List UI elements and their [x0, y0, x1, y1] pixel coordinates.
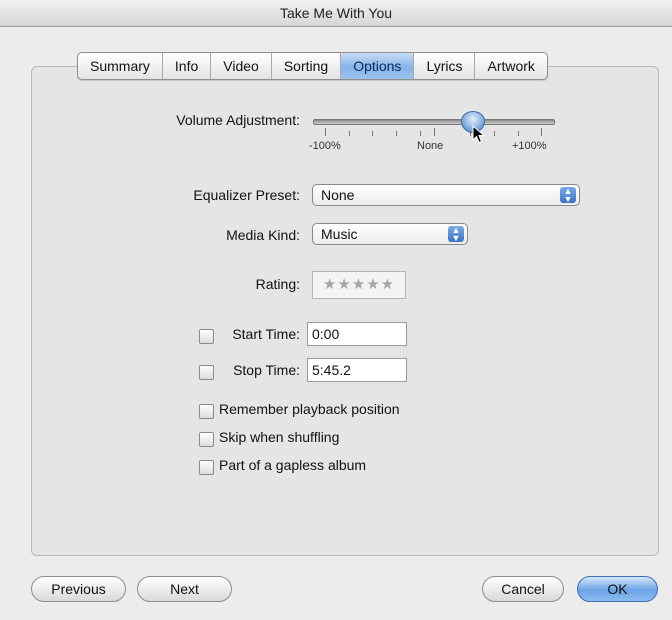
equalizer-popup[interactable]: None ▲ ▼ — [312, 184, 580, 206]
volume-tick — [349, 131, 350, 136]
up-down-arrows-icon: ▲ ▼ — [560, 187, 576, 204]
tab-bar: Summary Info Video Sorting Options Lyric… — [77, 52, 548, 80]
media-kind-label: Media Kind: — [226, 227, 300, 243]
start-time-field[interactable]: 0:00 — [307, 322, 407, 346]
volume-mid-label: None — [417, 140, 444, 152]
tab-sorting[interactable]: Sorting — [272, 53, 342, 79]
mouse-pointer-icon — [472, 125, 486, 144]
volume-tick — [372, 131, 373, 136]
skip-shuffling-label: Skip when shuffling — [219, 429, 340, 445]
stop-time-field[interactable]: 5:45.2 — [307, 358, 407, 382]
start-time-label: Start Time: — [232, 326, 300, 342]
tab-options[interactable]: Options — [341, 53, 415, 79]
volume-tick — [518, 131, 519, 136]
gapless-album-label: Part of a gapless album — [219, 457, 367, 473]
media-kind-popup[interactable]: Music ▲ ▼ — [312, 223, 468, 245]
tab-summary[interactable]: Summary — [78, 53, 163, 79]
volume-tick — [494, 131, 495, 136]
stop-time-label: Stop Time: — [233, 362, 300, 378]
tab-video[interactable]: Video — [211, 53, 272, 79]
volume-tick — [325, 128, 326, 136]
options-panel — [31, 66, 659, 556]
media-kind-value: Music — [321, 226, 358, 242]
remember-playback-checkbox[interactable] — [199, 404, 214, 419]
equalizer-value: None — [321, 187, 355, 203]
volume-label: Volume Adjustment: — [176, 112, 300, 128]
tab-info[interactable]: Info — [163, 53, 212, 79]
rating-stars[interactable]: ★★★★★ — [312, 271, 406, 299]
volume-tick — [420, 131, 421, 136]
tab-lyrics[interactable]: Lyrics — [414, 53, 476, 79]
rating-label: Rating: — [255, 276, 300, 292]
cancel-button[interactable]: Cancel — [482, 576, 564, 602]
ok-button[interactable]: OK — [577, 576, 658, 602]
remember-playback-label: Remember playback position — [219, 401, 400, 417]
volume-min-label: -100% — [309, 140, 341, 152]
window-title: Take Me With You — [0, 0, 672, 27]
volume-max-label: +100% — [512, 140, 547, 152]
volume-tick — [541, 128, 542, 136]
next-button[interactable]: Next — [137, 576, 232, 602]
track-info-window: Take Me With You Summary Info Video Sort… — [0, 0, 672, 620]
gapless-album-checkbox[interactable] — [199, 460, 214, 475]
skip-shuffling-checkbox[interactable] — [199, 432, 214, 447]
equalizer-label: Equalizer Preset: — [193, 187, 300, 203]
volume-slider-track[interactable] — [313, 119, 555, 125]
up-down-arrows-icon: ▲ ▼ — [448, 226, 464, 243]
tab-artwork[interactable]: Artwork — [475, 53, 546, 79]
volume-tick — [396, 131, 397, 136]
volume-tick — [434, 128, 435, 136]
previous-button[interactable]: Previous — [31, 576, 126, 602]
